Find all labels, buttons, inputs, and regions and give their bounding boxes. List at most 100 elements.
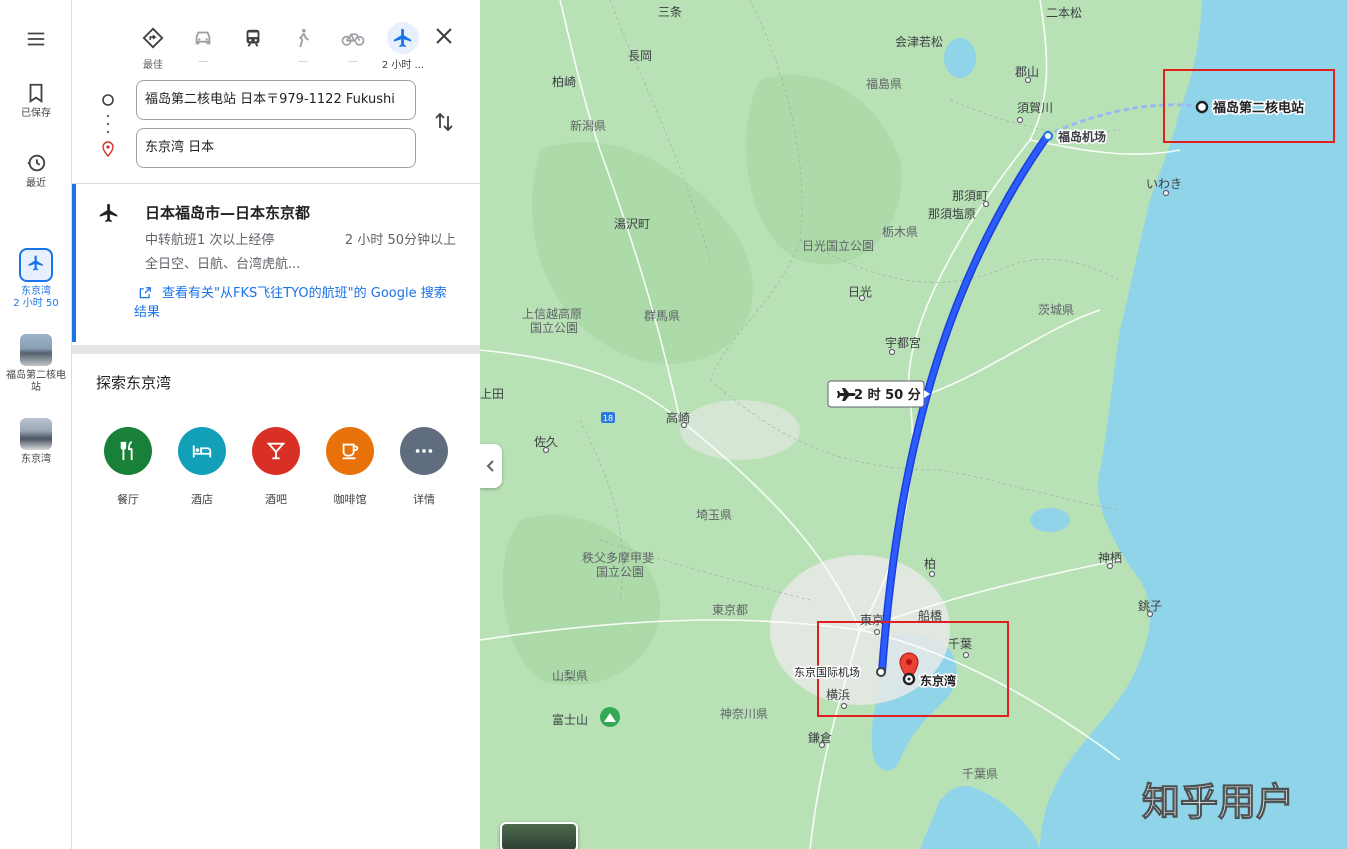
origin-marker[interactable] [1195,100,1209,114]
mode-bike-label: — [348,56,358,67]
label-takasaki: 高崎 [666,410,690,425]
airplane-icon [393,28,412,48]
label-kashiwa: 柏 [924,556,936,571]
origin-airport-label: 福岛机场 [1057,129,1106,144]
coffee-icon [326,427,374,475]
history-icon [27,154,46,172]
hotels-label: 酒店 [191,493,213,506]
route-duration: 2 小时 50分钟以上 [344,233,456,248]
label-fuji: 富士山 [552,712,588,727]
watermark: 知乎用户 [1142,780,1294,824]
airplane-icon [99,203,118,223]
route-option[interactable]: 日本福岛市—日本东京都 中转航班1 次以上经停 2 小时 50分钟以上 全日空、… [72,184,480,342]
explore-bars[interactable]: 酒吧 [250,427,302,507]
label-ueda: 上田 [480,387,504,401]
swap-button[interactable] [432,110,456,138]
label-chiba-pref: 千葉県 [962,767,998,781]
label-ibaraki: 茨城県 [1038,303,1074,317]
hamburger-icon [27,32,45,46]
route-detail: 中转航班1 次以上经停 [145,233,275,248]
label-chichibu-2: 国立公園 [596,564,644,579]
directions-panel: 最佳 — — — 2 小时 ... 福岛第二核电站 日本〒979-1122 Fu… [72,0,480,849]
left-rail: 已保存 最近 东京湾 2 小时 50 福岛第二核电站 东京湾 [0,0,72,849]
place-thumbnail [20,418,52,450]
label-kamisu: 神栖 [1098,550,1122,565]
mode-flight-label: 2 小时 ... [381,60,425,71]
label-tokyo-to: 東京都 [712,603,748,617]
walk-icon [299,28,310,48]
label-chichibu: 秩父多摩甲斐 [582,550,654,565]
layers-button[interactable] [500,822,578,849]
place-thumbnail [20,334,52,366]
mode-walk-label: — [298,56,308,67]
explore-cafes[interactable]: 咖啡馆 [324,427,376,507]
flight-duration-text: 2 时 50 分 [854,387,921,403]
label-joshinetsu: 上信越高原 [522,306,582,321]
label-utsunomiya: 宇都宮 [885,335,921,350]
active-route-label: 东京湾 [21,286,51,297]
label-saitama: 埼玉県 [696,508,732,522]
active-route-item[interactable]: 东京湾 2 小时 50 [0,248,72,310]
menu-button[interactable] [0,28,72,54]
label-yuzawa: 湯沢町 [614,217,650,231]
bike-icon [341,33,365,46]
map-canvas[interactable]: 18 福岛第二核电站 福岛机场 东京国际机场 东京湾 2 时 50 分 福島県 … [480,0,1347,849]
label-nasushiobara: 那須塩原 [928,206,976,221]
mode-bike[interactable]: — [336,22,370,67]
mode-walk[interactable]: — [286,22,320,67]
label-kanagawa: 神奈川県 [720,707,768,721]
history-item[interactable]: 福岛第二核电站 [0,334,72,394]
destination-map-label: 东京湾 [920,673,956,688]
google-search-link[interactable]: 查看有关"从FKS飞往TYO的航班"的 Google 搜索结果 [134,284,454,322]
label-saku: 佐久 [534,435,558,449]
bars-label: 酒吧 [265,493,287,506]
origin-input[interactable]: 福岛第二核电站 日本〒979-1122 Fukushi [136,80,416,120]
dest-airport-marker[interactable] [876,667,886,677]
explore-restaurants[interactable]: 餐厅 [102,427,154,507]
more-label: 详情 [413,493,435,506]
swap-icon [435,112,453,132]
label-sanjo: 三条 [658,5,682,19]
restaurant-icon [104,427,152,475]
label-koriyama: 郡山 [1015,65,1039,79]
history-label: 东京湾 [21,454,51,465]
mode-flight[interactable]: 2 小时 ... [382,22,424,71]
road-shield-18: 18 [603,414,613,423]
label-iwaki: いわき [1146,177,1182,191]
saved-label: 已保存 [21,108,51,119]
recent-button[interactable]: 最近 [0,152,72,190]
label-aizu: 会津若松 [895,35,943,49]
label-choshi: 銚子 [1138,598,1162,613]
history-item[interactable]: 东京湾 [0,418,72,466]
collapse-panel-button[interactable] [480,444,502,488]
explore-more[interactable]: 详情 [398,427,450,507]
close-button[interactable] [432,24,456,48]
dest-airport-label: 东京国际机场 [794,665,860,679]
label-joshinetsu-2: 国立公園 [530,320,578,335]
label-nihonmatsu: 二本松 [1046,6,1082,20]
mode-best[interactable]: 最佳 [136,22,170,71]
train-icon [246,29,260,47]
hotel-icon [178,427,226,475]
route-endpoints-icon [102,94,114,158]
label-gunma: 群馬県 [644,309,680,323]
mode-drive[interactable]: — [186,22,220,67]
label-tokyo: 東京 [860,613,884,627]
destination-input[interactable]: 东京湾 日本 [136,128,416,168]
cafes-label: 咖啡馆 [333,493,367,506]
label-chiba: 千葉 [948,637,972,651]
label-fukushima-pref: 福島県 [866,76,902,91]
label-sukagawa: 須賀川 [1017,101,1053,115]
label-kashiwazaki: 柏崎 [552,74,576,89]
directions-icon [142,27,164,49]
saved-button[interactable]: 已保存 [0,82,72,120]
origin-airport-marker[interactable] [1043,131,1053,141]
mode-transit[interactable] [236,22,270,56]
more-icon [400,427,448,475]
chevron-left-icon [486,460,494,472]
route-airlines: 全日空、日航、台湾虎航... [145,257,301,272]
restaurants-label: 餐厅 [117,493,139,506]
explore-hotels[interactable]: 酒店 [176,427,228,507]
label-yamanashi: 山梨県 [552,669,588,683]
label-yokohama: 横浜 [826,688,850,702]
